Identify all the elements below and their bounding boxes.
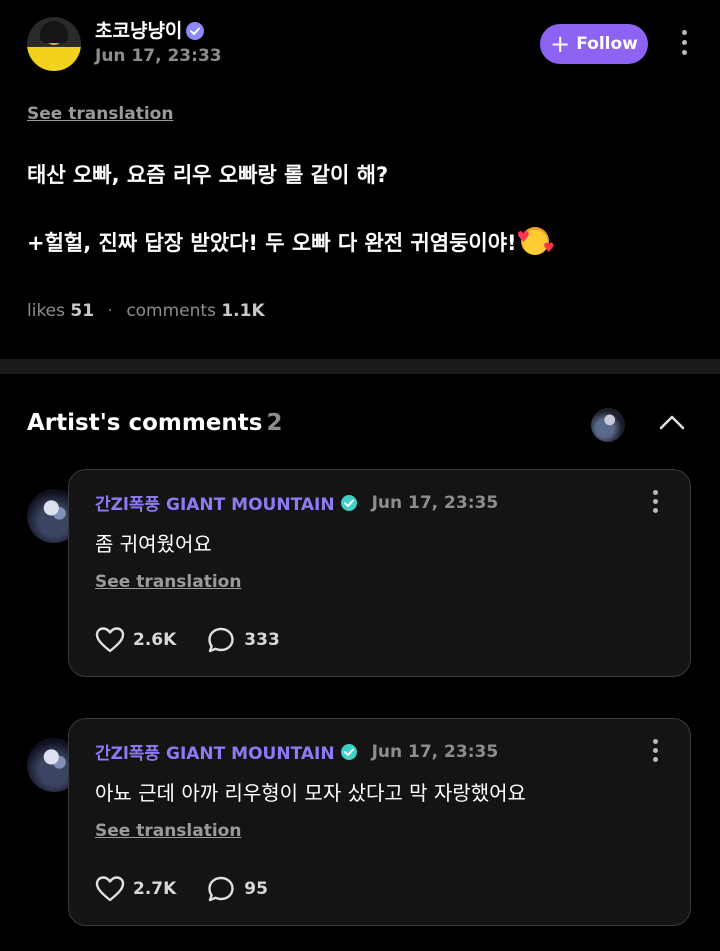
see-translation-link[interactable]: See translation: [95, 821, 241, 841]
comments-label: comments: [126, 301, 216, 321]
comment-text: 좀 귀여웠어요: [95, 532, 212, 556]
comment-header: 간Zl폭풍 GIANT MOUNTAIN Jun 17, 23:35: [95, 739, 499, 765]
section-divider: [0, 359, 720, 374]
comment-card: 간Zl폭풍 GIANT MOUNTAIN Jun 17, 23:35 아뇨 근데…: [68, 718, 691, 926]
chevron-up-icon[interactable]: [659, 412, 685, 432]
reply-count: 333: [244, 630, 280, 650]
comment-card: 간Zl폭풍 GIANT MOUNTAIN Jun 17, 23:35 좀 귀여웠…: [68, 469, 691, 677]
author-block: 초코냥냥이 Jun 17, 23:33: [95, 19, 222, 66]
plus-icon: +: [550, 30, 571, 58]
like-count: 2.7K: [133, 879, 177, 899]
artist-comments-count: 2: [266, 410, 283, 436]
comment-bubble-icon[interactable]: [206, 625, 236, 655]
post-text-line: +헐헐, 진짜 답장 받았다! 두 오빠 다 완전 귀염둥이야!: [27, 219, 687, 267]
heart-icon[interactable]: [95, 874, 125, 904]
comment-timestamp: Jun 17, 23:35: [371, 741, 499, 762]
separator-dot: ·: [107, 301, 113, 321]
like-count: 2.6K: [133, 630, 177, 650]
likes-label: likes: [27, 301, 66, 321]
verified-icon: [340, 494, 358, 512]
post-stats: likes 51 · comments 1.1K: [27, 301, 265, 321]
comment-header: 간Zl폭풍 GIANT MOUNTAIN Jun 17, 23:35: [95, 490, 499, 516]
post-text-line: 태산 오빠, 요즘 리우 오빠랑 롤 같이 해?: [27, 163, 389, 187]
reply-count: 95: [244, 879, 268, 899]
post-text-line-2: +헐헐, 진짜 답장 받았다! 두 오빠 다 완전 귀염둥이야!: [27, 231, 517, 255]
more-icon[interactable]: [653, 490, 659, 517]
see-translation-link[interactable]: See translation: [95, 572, 241, 592]
verified-icon: [340, 743, 358, 761]
post-timestamp: Jun 17, 23:33: [95, 46, 222, 66]
comments-stat[interactable]: comments 1.1K: [126, 301, 264, 321]
smiling-face-with-hearts-emoji: [517, 219, 555, 267]
comment-timestamp: Jun 17, 23:35: [371, 492, 499, 513]
see-translation-link[interactable]: See translation: [27, 104, 173, 124]
verified-icon: [186, 22, 205, 40]
comment-text: 아뇨 근데 아까 리우형이 모자 샀다고 막 자랑했어요: [95, 781, 526, 805]
commenter-name[interactable]: 간Zl폭풍 GIANT MOUNTAIN: [95, 739, 335, 764]
more-icon[interactable]: [679, 30, 689, 60]
comments-count: 1.1K: [221, 301, 265, 321]
comment-actions: 2.7K 95: [95, 874, 268, 904]
commenter-name[interactable]: 간Zl폭풍 GIANT MOUNTAIN: [95, 490, 335, 515]
artist-comments-title: Artist's comments 2: [27, 410, 283, 436]
follow-button[interactable]: + Follow: [540, 24, 648, 64]
follow-label: Follow: [576, 34, 638, 54]
comment-bubble-icon[interactable]: [206, 874, 236, 904]
post-header: 초코냥냥이 Jun 17, 23:33 + Follow: [27, 17, 697, 73]
heart-icon[interactable]: [95, 625, 125, 655]
comment-actions: 2.6K 333: [95, 625, 280, 655]
post-body: 태산 오빠, 요즘 리우 오빠랑 롤 같이 해? +헐헐, 진짜 답장 받았다!…: [27, 157, 687, 267]
likes-count: 51: [70, 301, 95, 321]
likes-stat[interactable]: likes 51: [27, 301, 94, 321]
artist-comments-label: Artist's comments: [27, 410, 263, 436]
author-name[interactable]: 초코냥냥이: [95, 19, 182, 43]
artist-avatar-small[interactable]: [591, 408, 625, 442]
author-name-row[interactable]: 초코냥냥이: [95, 19, 222, 43]
author-avatar[interactable]: [27, 17, 81, 71]
more-icon[interactable]: [653, 739, 659, 766]
